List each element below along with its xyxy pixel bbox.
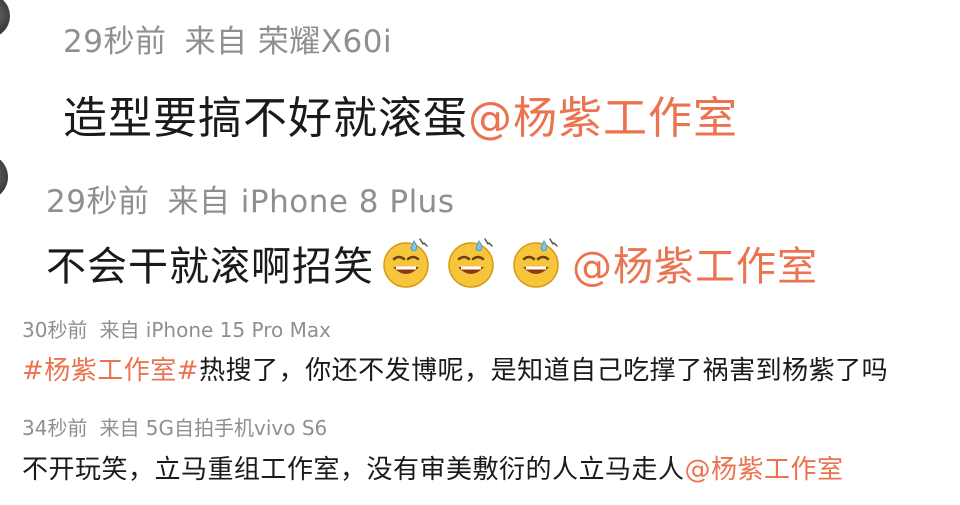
comment-meta: 29秒前 来自 iPhone 8 Plus bbox=[46, 176, 454, 221]
comment-text: #杨紫工作室#热搜了，你还不发博呢，是知道自己吃撑了祸害到杨紫了吗 bbox=[22, 350, 888, 387]
emoji-group bbox=[380, 237, 562, 289]
comment-body: 不会干就滚啊招笑 bbox=[46, 244, 374, 290]
grinning-sweat-emoji-icon bbox=[513, 238, 559, 288]
hashtag-link[interactable]: #杨紫工作室# bbox=[22, 356, 199, 386]
comment-list: 29秒前 来自 荣耀X60i 造型要搞不好就滚蛋@杨紫工作室 29秒前 来自 iPh… bbox=[0, 0, 960, 505]
avatar[interactable] bbox=[0, 0, 10, 38]
comment-source: 来自 荣耀X60i bbox=[184, 24, 393, 60]
comment-text: 造型要搞不好就滚蛋@杨紫工作室 bbox=[63, 82, 738, 146]
comment-body: 造型要搞不好就滚蛋 bbox=[63, 93, 468, 144]
comment-time: 30秒前 bbox=[22, 318, 88, 342]
comment-meta: 30秒前 来自 iPhone 15 Pro Max bbox=[22, 314, 331, 343]
comment-source: 来自 iPhone 8 Plus bbox=[167, 184, 455, 220]
comment-text: 不开玩笑，立马重组工作室，没有审美敷衍的人立马走人@杨紫工作室 bbox=[22, 449, 844, 486]
comment-text: 不会干就滚啊招笑 @杨紫工作室 bbox=[46, 234, 818, 292]
mention-link[interactable]: @杨紫工作室 bbox=[572, 234, 818, 292]
mention-link[interactable]: @杨紫工作室 bbox=[685, 455, 844, 485]
grinning-sweat-emoji-icon bbox=[448, 238, 494, 288]
grinning-sweat-emoji-icon bbox=[383, 238, 429, 288]
comment-time: 29秒前 bbox=[46, 184, 150, 220]
comment-body: 热搜了，你还不发博呢，是知道自己吃撑了祸害到杨紫了吗 bbox=[199, 356, 889, 386]
avatar[interactable] bbox=[0, 154, 8, 200]
comment-time: 34秒前 bbox=[22, 416, 88, 440]
comment-meta: 34秒前 来自 5G自拍手机vivo S6 bbox=[22, 412, 327, 441]
comment-meta: 29秒前 来自 荣耀X60i bbox=[63, 16, 392, 61]
comment-source: 来自 iPhone 15 Pro Max bbox=[99, 318, 331, 342]
comment-source: 来自 5G自拍手机vivo S6 bbox=[99, 416, 328, 440]
mention-link[interactable]: @杨紫工作室 bbox=[468, 93, 738, 144]
comment-body: 不开玩笑，立马重组工作室，没有审美敷衍的人立马走人 bbox=[22, 455, 685, 485]
comment-time: 29秒前 bbox=[63, 24, 167, 60]
